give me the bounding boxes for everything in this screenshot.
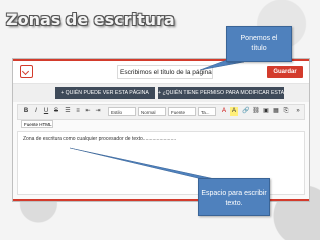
- outdent-icon[interactable]: ⇤: [84, 107, 92, 116]
- attachment-icon[interactable]: ⎘: [282, 107, 290, 116]
- bulleted-list-icon[interactable]: ≡: [74, 107, 82, 116]
- page-title-input[interactable]: Escribimos el título de la página: [117, 65, 213, 79]
- italic-button[interactable]: I: [32, 107, 40, 116]
- indent-icon[interactable]: ⇥: [94, 107, 102, 116]
- bold-button[interactable]: B: [22, 107, 30, 116]
- strikethrough-button[interactable]: S: [52, 107, 60, 116]
- callout-top-line-2: título: [251, 45, 267, 52]
- html-source-button[interactable]: Fuente HTML: [21, 120, 53, 128]
- table-icon[interactable]: ▦: [272, 107, 280, 116]
- format-select[interactable]: Normal: [138, 107, 166, 116]
- style-select[interactable]: Estilo: [108, 107, 136, 116]
- link-icon[interactable]: 🔗: [242, 107, 250, 116]
- save-button[interactable]: Guardar: [267, 66, 303, 78]
- who-can-view-button[interactable]: + QUIÉN PUEDE VER ESTA PÁGINA: [55, 87, 155, 99]
- font-select[interactable]: Fuente: [168, 107, 196, 116]
- who-can-edit-button[interactable]: + ¿QUIÉN TIENE PERMISO PARA MODIFICAR ES…: [158, 87, 284, 99]
- permissions-bar: + QUIÉN PUEDE VER ESTA PÁGINA + ¿QUIÉN T…: [13, 84, 309, 102]
- content-text: Zona de escritura como cualquier procesa…: [23, 136, 177, 142]
- callout-top-line-1: Ponemos el: [240, 35, 278, 42]
- callout-text-hint: Espacio para escribir texto.: [198, 178, 270, 216]
- callout-bottom-line-2: texto.: [225, 200, 243, 207]
- slide-title: Zonas de escritura: [6, 10, 175, 29]
- callout-bottom-line-1: Espacio para escribir: [201, 190, 267, 197]
- callout-title-hint: Ponemos el título: [226, 26, 292, 62]
- highlight-color-icon[interactable]: A: [230, 107, 238, 116]
- more-icon[interactable]: »: [294, 107, 302, 116]
- unlink-icon[interactable]: ⛓: [252, 107, 260, 116]
- numbered-list-icon[interactable]: ☰: [64, 107, 72, 116]
- editor-header: Escribimos el título de la página Guarda…: [13, 61, 309, 84]
- formatting-toolbar: B I U S ☰ ≡ ⇤ ⇥ Estilo Normal Fuente Ta.…: [17, 104, 305, 120]
- text-color-icon[interactable]: A: [220, 107, 228, 116]
- image-icon[interactable]: ▣: [262, 107, 270, 116]
- edit-logo-icon: [20, 65, 33, 78]
- underline-button[interactable]: U: [42, 107, 50, 116]
- size-select[interactable]: Ta...: [198, 107, 216, 116]
